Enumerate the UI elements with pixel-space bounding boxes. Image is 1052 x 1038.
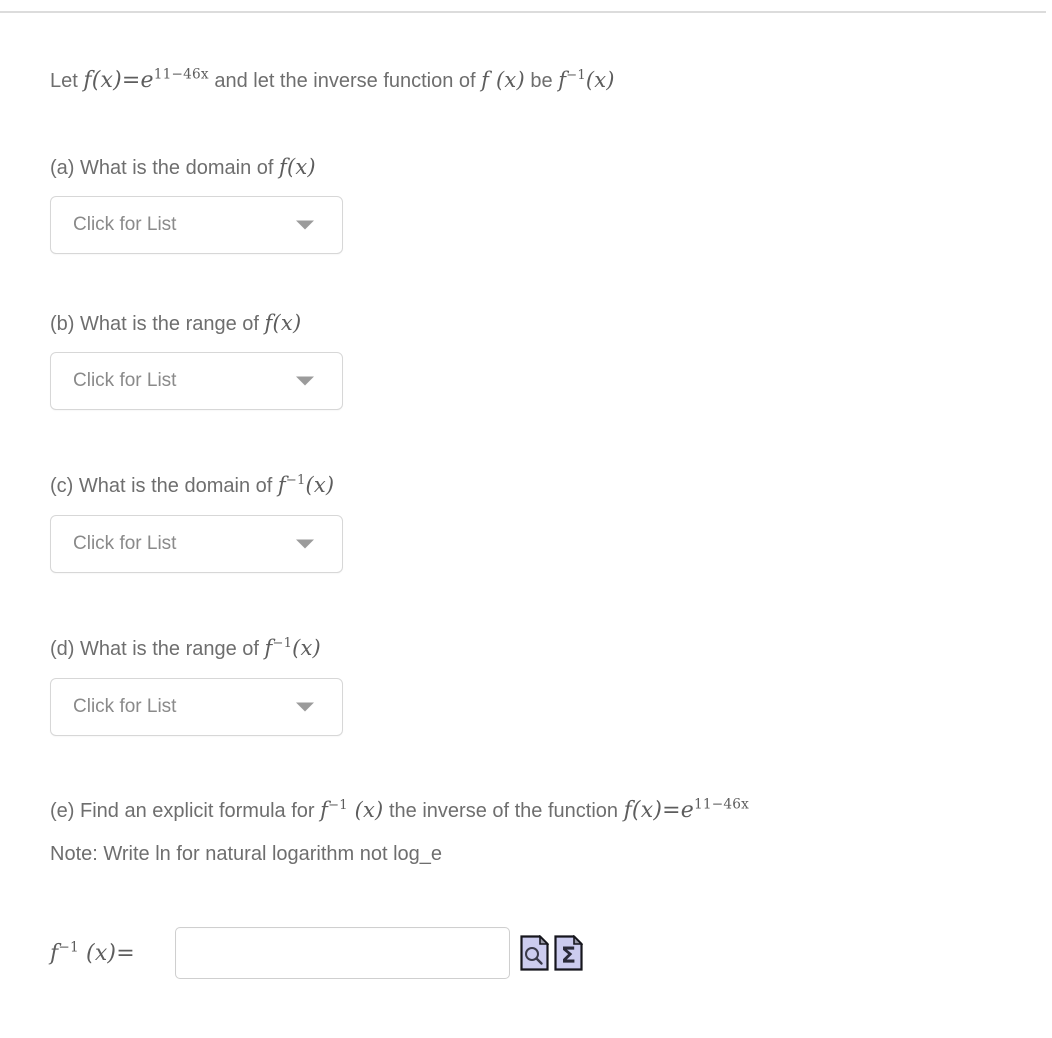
question-e-f-inverse-base: f [320, 798, 329, 822]
answer-label-equals: = [116, 941, 135, 966]
question-a-math: f(x) [279, 155, 316, 179]
question-e-label: (e) Find an explicit formula for f−1 (x)… [50, 798, 749, 823]
answer-label: f−1 (x)= [50, 941, 135, 966]
question-c-math-arg: (x) [305, 473, 335, 497]
range-of-f-inverse-dropdown-value: Click for List [73, 696, 177, 717]
question-e-equals: = [662, 798, 681, 823]
math-sigma-icon: Σ [554, 934, 584, 971]
question-b-label: (b) What is the range of f(x) [50, 311, 302, 335]
question-d-math: f−1(x) [265, 636, 321, 660]
question-e-exp-exponent: 11−46x [694, 796, 749, 813]
problem-statement-middle: and let the inverse function of [214, 70, 476, 92]
question-b-math: f(x) [265, 311, 302, 335]
range-of-f-dropdown-value: Click for List [73, 370, 177, 391]
question-d-math-base: f [264, 636, 273, 660]
exp-exponent: 11−46x [153, 66, 209, 83]
f-of-x: f(x) [83, 68, 122, 93]
svg-text:Σ: Σ [561, 944, 576, 969]
preview-magnifier-icon [520, 934, 550, 971]
domain-of-f-dropdown-value: Click for List [73, 214, 177, 235]
question-e-text-1: (e) Find an explicit formula for [50, 800, 315, 822]
question-b-math-arg: (x) [272, 311, 302, 335]
question-c-math-sup: −1 [285, 473, 306, 488]
range-of-f-inverse-dropdown[interactable]: Click for List [50, 678, 343, 736]
header-divider [0, 11, 1046, 13]
preview-answer-button[interactable] [520, 934, 550, 971]
domain-of-f-inverse-dropdown[interactable]: Click for List [50, 515, 343, 573]
question-e-f-of-x: f(x) [623, 798, 663, 823]
question-a-math-arg: (x) [286, 155, 316, 179]
question-d-label: (d) What is the range of f−1(x) [50, 636, 321, 660]
problem-statement-lead: Let [50, 70, 78, 92]
question-d-math-arg: (x) [292, 636, 321, 660]
question-c-label: (c) What is the domain of f−1(x) [50, 473, 334, 497]
natural-log-note: Note: Write ln for natural logarithm not… [50, 843, 443, 865]
chevron-down-icon [296, 220, 314, 230]
answer-row: f−1 (x)= Σ [50, 925, 590, 987]
f-inverse-power: −1 [566, 68, 586, 83]
function-definition: f(x)=e11−46x [83, 68, 208, 93]
equals-sign: = [121, 68, 141, 93]
problem-statement-be: be [530, 70, 553, 92]
chevron-down-icon [296, 376, 314, 386]
answer-label-sup: −1 [58, 939, 79, 956]
exp-base: e [140, 68, 154, 93]
question-b-math-base: f [264, 311, 273, 335]
range-of-f-dropdown[interactable]: Click for List [50, 352, 343, 410]
f-paren-x: f (x) [481, 68, 525, 92]
problem-statement: Let f(x)=e11−46x and let the inverse fun… [50, 68, 615, 93]
question-a-text: (a) What is the domain of [50, 157, 274, 179]
question-e-exp-base: e [680, 798, 694, 823]
f-inverse-notation: f−1(x) [558, 68, 614, 92]
question-e-f-inverse: f−1 (x) [320, 798, 383, 822]
question-d-math-sup: −1 [272, 636, 293, 651]
question-c-math-base: f [277, 473, 286, 497]
question-e-f-inverse-arg: (x) [354, 798, 384, 822]
question-d-text: (d) What is the range of [50, 638, 259, 660]
question-b-text: (b) What is the range of [50, 313, 259, 335]
answer-input[interactable] [175, 927, 510, 979]
chevron-down-icon [296, 702, 314, 712]
domain-of-f-inverse-dropdown-value: Click for List [73, 533, 177, 554]
domain-of-f-dropdown[interactable]: Click for List [50, 196, 343, 254]
question-e-text-2: the inverse of the function [388, 800, 619, 822]
question-a-math-base: f [279, 155, 287, 179]
question-c-math: f−1(x) [278, 473, 334, 497]
question-e-f-inverse-sup: −1 [328, 798, 348, 813]
answer-label-arg: (x) [86, 941, 117, 966]
f-inverse-arg: (x) [585, 68, 615, 92]
question-e-function-definition: f(x)=e11−46x [624, 798, 749, 823]
chevron-down-icon [296, 539, 314, 549]
math-palette-button[interactable]: Σ [554, 934, 584, 971]
question-c-text: (c) What is the domain of [50, 475, 273, 497]
question-a-label: (a) What is the domain of f(x) [50, 155, 316, 179]
